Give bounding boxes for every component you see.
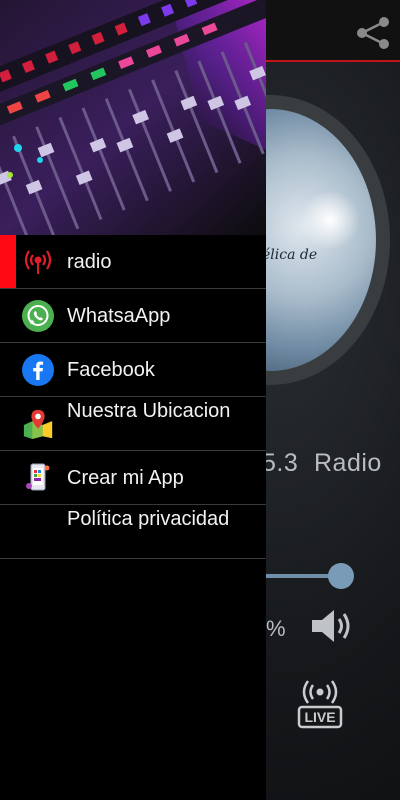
- menu-item-label: Crear mi App: [67, 467, 184, 489]
- menu-item-create-app[interactable]: Crear mi App: [0, 451, 266, 505]
- menu-item-radio[interactable]: radio: [0, 235, 266, 289]
- menu-item-whatsapp[interactable]: WhatsaApp: [0, 289, 266, 343]
- live-label: LIVE: [304, 709, 335, 725]
- map-location-icon: [22, 408, 54, 440]
- drawer-menu: radio WhatsaApp Facebook Nuestra Ubicaci…: [0, 235, 266, 559]
- drawer-header: [0, 0, 266, 235]
- menu-item-privacy[interactable]: Política privacidad: [0, 505, 266, 559]
- cover-art-caption: élica de: [262, 247, 318, 263]
- volume-icon[interactable]: [308, 606, 356, 646]
- broadcast-icon[interactable]: LIVE: [296, 680, 344, 730]
- whatsapp-icon: [22, 300, 54, 332]
- cover-art-cloud: [300, 190, 360, 250]
- menu-item-location[interactable]: Nuestra Ubicacion: [0, 397, 266, 451]
- phone-app-icon: [22, 462, 54, 494]
- radio-broadcast-icon: [22, 246, 54, 278]
- menu-item-facebook[interactable]: Facebook: [0, 343, 266, 397]
- audio-mixer-image: [0, 0, 266, 235]
- volume-percent: %: [266, 616, 286, 641]
- active-indicator: [0, 235, 16, 288]
- menu-item-label: radio: [67, 251, 112, 273]
- navigation-drawer: radio WhatsaApp Facebook Nuestra Ubicaci…: [0, 0, 266, 800]
- facebook-icon: [22, 354, 54, 386]
- station-name: Radio: [314, 449, 382, 477]
- menu-item-label: Nuestra Ubicacion: [67, 400, 231, 422]
- station-frequency: 5.3: [262, 449, 299, 477]
- share-icon[interactable]: [354, 14, 392, 52]
- menu-item-label: Política privacidad: [67, 508, 230, 530]
- seek-thumb[interactable]: [328, 563, 354, 589]
- menu-item-label: Facebook: [67, 359, 155, 381]
- menu-item-label: WhatsaApp: [67, 305, 171, 327]
